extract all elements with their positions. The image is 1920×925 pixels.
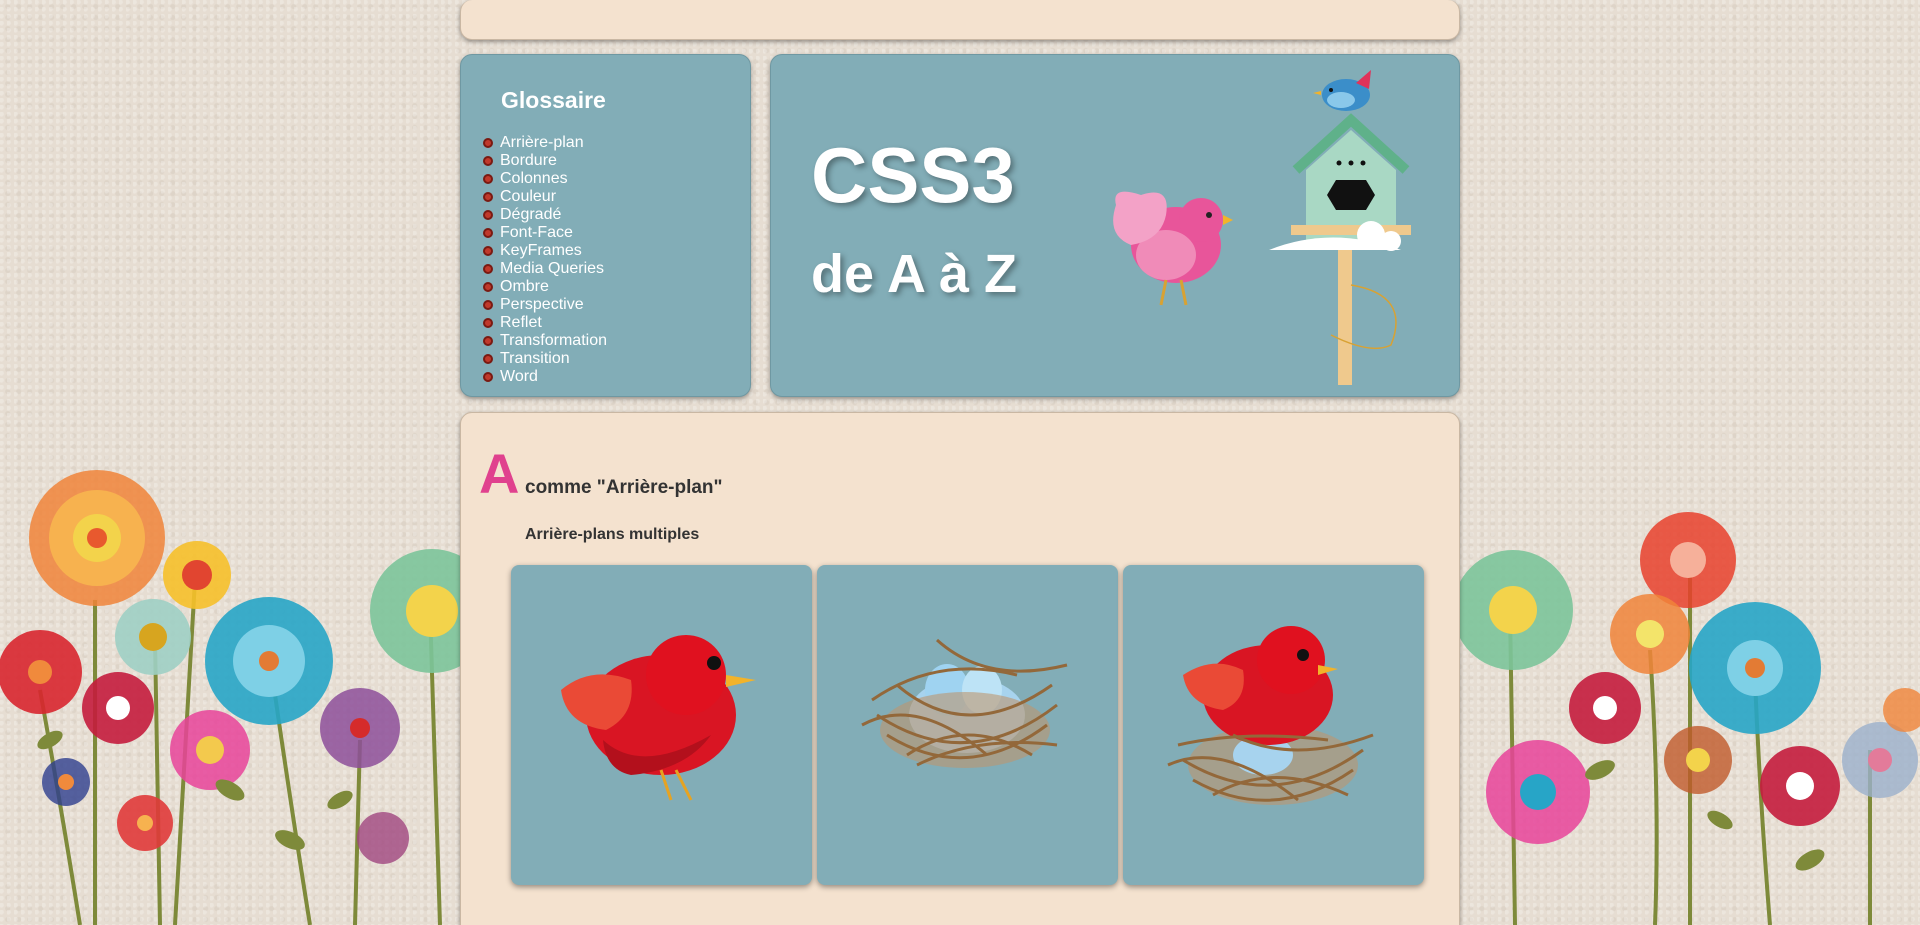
bullet-icon: [483, 318, 493, 328]
glossary-item-media-queries: Media Queries: [483, 260, 607, 278]
glossary-link[interactable]: Reflet: [500, 314, 542, 332]
bullet-icon: [483, 372, 493, 382]
bullet-icon: [483, 192, 493, 202]
glossary-item-colonnes: Colonnes: [483, 170, 607, 188]
top-bar: [460, 0, 1460, 40]
glossary-link[interactable]: Transition: [500, 350, 570, 368]
glossary-item-transformation: Transformation: [483, 332, 607, 350]
bullet-icon: [483, 354, 493, 364]
section-title: comme "Arrière-plan": [525, 477, 723, 498]
pink-bird-icon: [1113, 191, 1233, 306]
section-letter: A: [479, 442, 520, 505]
glossary-link[interactable]: Font-Face: [500, 224, 573, 242]
birdhouse-illustration: [1113, 70, 1411, 385]
bullet-icon: [483, 228, 493, 238]
glossary-link[interactable]: Media Queries: [500, 260, 604, 278]
glossary-link[interactable]: Arrière-plan: [500, 134, 584, 152]
glossary-item-font-face: Font-Face: [483, 224, 607, 242]
glossary-link[interactable]: Perspective: [500, 296, 584, 314]
glossary-link[interactable]: Ombre: [500, 278, 549, 296]
glossary-item-transition: Transition: [483, 350, 607, 368]
bird-in-nest-icon: [1167, 626, 1374, 805]
subsection-title: Arrière-plans multiples: [525, 526, 700, 543]
bullet-icon: [483, 156, 493, 166]
bullet-icon: [483, 336, 493, 346]
birdhouse-icon: [1269, 113, 1411, 385]
glossary-title: Glossaire: [501, 87, 606, 113]
glossary-link[interactable]: Transformation: [500, 332, 607, 350]
glossary-item-arriere-plan: Arrière-plan: [483, 134, 607, 152]
glossary-link[interactable]: Dégradé: [500, 206, 561, 224]
bullet-icon: [483, 210, 493, 220]
tile-nest: [817, 565, 1118, 885]
glossary-item-reflet: Reflet: [483, 314, 607, 332]
blue-bird-icon: [1313, 70, 1371, 111]
red-bird-icon: [561, 635, 756, 801]
glossary-item-ombre: Ombre: [483, 278, 607, 296]
bullet-icon: [483, 174, 493, 184]
content-panel: A comme "Arrière-plan" Arrière-plans mul…: [460, 412, 1460, 925]
glossary-list: Arrière-plan Bordure Colonnes Couleur Dé…: [483, 134, 607, 386]
glossary-link[interactable]: Bordure: [500, 152, 557, 170]
glossary-item-couleur: Couleur: [483, 188, 607, 206]
glossary-item-bordure: Bordure: [483, 152, 607, 170]
glossary-item-degrade: Dégradé: [483, 206, 607, 224]
glossary-link[interactable]: Word: [500, 368, 538, 386]
hero-banner: CSS3 de A à Z: [770, 54, 1460, 397]
nest-with-eggs-icon: [861, 638, 1068, 768]
glossary-item-word: Word: [483, 368, 607, 386]
glossary-panel: Glossaire Arrière-plan Bordure Colonnes …: [460, 54, 751, 397]
bullet-icon: [483, 246, 493, 256]
glossary-link[interactable]: Couleur: [500, 188, 556, 206]
tile-bird-in-nest: [1123, 565, 1424, 885]
tile-red-bird: [511, 565, 812, 885]
glossary-item-keyframes: KeyFrames: [483, 242, 607, 260]
bullet-icon: [483, 282, 493, 292]
bullet-icon: [483, 138, 493, 148]
glossary-link[interactable]: Colonnes: [500, 170, 568, 188]
bullet-icon: [483, 264, 493, 274]
glossary-item-perspective: Perspective: [483, 296, 607, 314]
glossary-link[interactable]: KeyFrames: [500, 242, 582, 260]
bullet-icon: [483, 300, 493, 310]
